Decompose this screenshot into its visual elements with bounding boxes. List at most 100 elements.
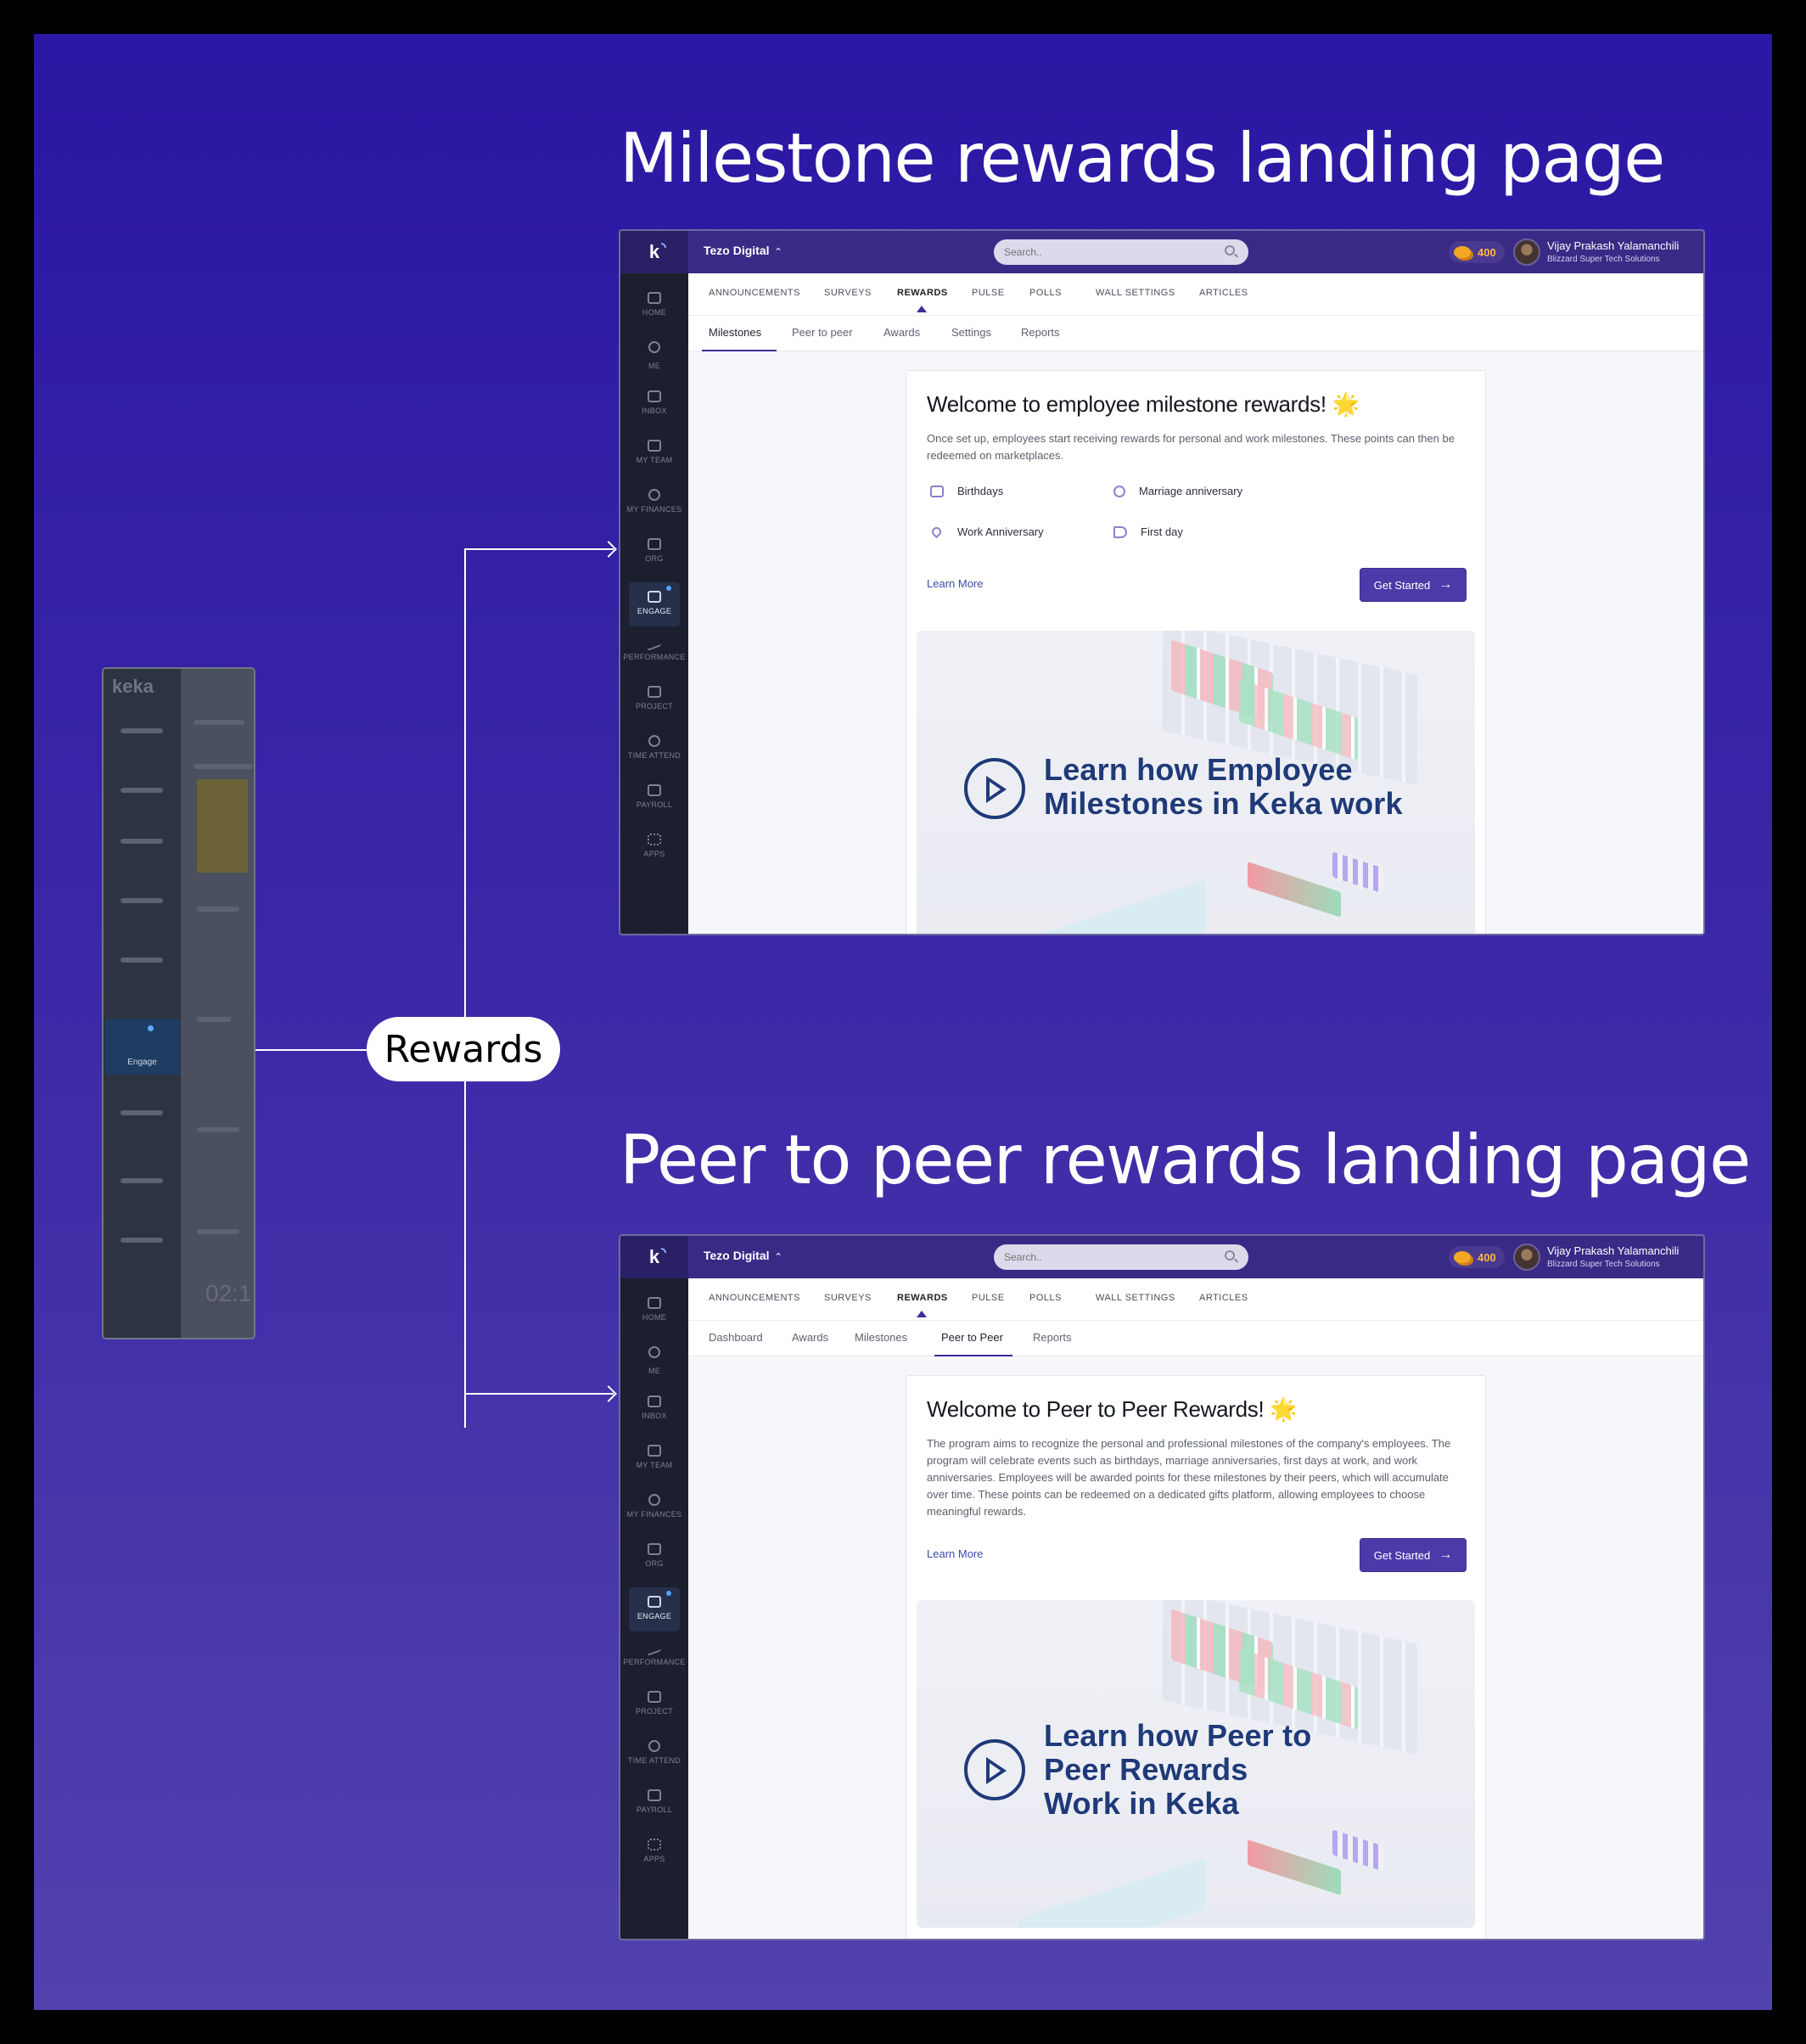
feature-first-day: First day [1113,525,1183,538]
play-icon[interactable] [964,758,1025,819]
sidebar-item-inbox[interactable]: INBOX [620,390,688,415]
org-switcher[interactable]: Tezo Digital ⌃ [704,1249,782,1262]
clipboard-icon [648,1691,661,1703]
sidebar-item-performance[interactable]: PERFORMANCE [620,634,688,661]
get-started-button[interactable]: Get Started → [1360,568,1467,602]
sidebar-label: INBOX [642,1412,667,1420]
apps-grid-icon [648,834,661,845]
tab-pulse[interactable]: PULSE [972,1293,1005,1303]
tab-announcements[interactable]: ANNOUNCEMENTS [709,1293,800,1303]
sidebar-item-payroll[interactable]: PAYROLL [620,1789,688,1814]
get-started-button[interactable]: Get Started → [1360,1538,1467,1572]
user-company: Blizzard Super Tech Solutions [1547,255,1660,264]
sidebar-item-payroll[interactable]: PAYROLL [620,784,688,809]
subtab-awards[interactable]: Awards [792,1331,828,1344]
card-title: Welcome to Peer to Peer Rewards! 🌟 [927,1396,1298,1423]
video-title: Learn how Peer to Peer Rewards Work in K… [1044,1718,1312,1821]
subtab-reports[interactable]: Reports [1033,1331,1072,1344]
video-deco [1332,851,1383,894]
subtab-dashboard[interactable]: Dashboard [709,1331,763,1344]
sidebar-item-apps[interactable]: APPS [620,1839,688,1863]
star-icon: 🌟 [1332,391,1360,417]
subtab-peer-to-peer[interactable]: Peer to Peer [941,1331,1003,1344]
coin-icon [1454,246,1471,258]
keka-logo[interactable]: k [620,231,688,273]
tab-announcements[interactable]: ANNOUNCEMENTS [709,288,800,298]
sidebar-item-home[interactable]: HOME [620,292,688,317]
inbox-icon [648,390,661,402]
notification-dot [666,586,671,591]
subtab-awards[interactable]: Awards [883,326,920,339]
sidebar-item-time-attend[interactable]: TIME ATTEND [620,735,688,760]
learn-more-link[interactable]: Learn More [927,1547,983,1560]
sidebar-item-org[interactable]: ORG [620,538,688,563]
search-icon [1225,1250,1235,1261]
sidebar-item-project[interactable]: PROJECT [620,686,688,710]
sidebar-item-apps[interactable]: APPS [620,834,688,858]
tab-articles[interactable]: ARTICLES [1199,288,1248,298]
tab-polls[interactable]: POLLS [1029,288,1062,298]
sidebar-item-my-team[interactable]: MY TEAM [620,440,688,464]
milestone-window: k Tezo Digital ⌃ 400 Vijay Prakash Yalama… [619,229,1705,935]
sidebar-item-org[interactable]: ORG [620,1543,688,1568]
rewards-pill: Rewards [367,1017,560,1081]
trend-icon [648,634,661,651]
avatar[interactable] [1513,1244,1540,1271]
app-thumbnail: keka Engage 02:1 [102,667,255,1339]
feature-label: First day [1141,525,1183,538]
avatar[interactable] [1513,239,1540,266]
sidebar-label: PAYROLL [636,800,673,809]
video-thumbnail[interactable]: Learn how Employee Milestones in Keka wo… [917,631,1475,934]
sidebar-item-project[interactable]: PROJECT [620,1691,688,1716]
coins-badge[interactable]: 400 [1449,1246,1505,1268]
card-description: Once set up, employees start receiving r… [927,432,1455,462]
video-thumbnail[interactable]: Learn how Peer to Peer Rewards Work in K… [917,1600,1475,1928]
subtab-peer-to-peer[interactable]: Peer to peer [792,326,853,339]
sidebar-item-my-finances[interactable]: MY FINANCES [620,489,688,514]
tab-articles[interactable]: ARTICLES [1199,1293,1248,1303]
sidebar-item-performance[interactable]: PERFORMANCE [620,1639,688,1666]
tab-wall-settings[interactable]: WALL SETTINGS [1096,1293,1175,1303]
subtab-milestones[interactable]: Milestones [709,326,761,339]
tab-pulse[interactable]: PULSE [972,288,1005,298]
learn-more-link[interactable]: Learn More [927,577,983,590]
tab-surveys[interactable]: SURVEYS [824,288,872,298]
org-name: Tezo Digital [704,244,770,257]
sidebar-label: INBOX [642,407,667,415]
sidebar-item-me[interactable]: ME [620,341,688,370]
subtab-settings[interactable]: Settings [951,326,991,339]
tab-rewards[interactable]: REWARDS [897,288,948,298]
sidebar-item-time-attend[interactable]: TIME ATTEND [620,1740,688,1765]
user-icon [648,1346,660,1358]
sidebar-item-engage[interactable]: ENGAGE [629,582,680,626]
home-icon [648,1297,661,1309]
sidebar-item-me[interactable]: ME [620,1346,688,1375]
subtab-reports[interactable]: Reports [1021,326,1060,339]
sidebar-label: ORG [645,554,664,563]
rupee-icon [648,489,660,501]
search-input[interactable] [994,1244,1248,1270]
sidebar-item-inbox[interactable]: INBOX [620,1395,688,1420]
sidebar-item-engage[interactable]: ENGAGE [629,1587,680,1631]
heading-milestone: Milestone rewards landing page [620,119,1665,198]
org-switcher[interactable]: Tezo Digital ⌃ [704,244,782,257]
coins-badge[interactable]: 400 [1449,241,1505,263]
tab-rewards[interactable]: REWARDS [897,1293,948,1303]
engage-icon [648,591,661,603]
tab-surveys[interactable]: SURVEYS [824,1293,872,1303]
main-content: Welcome to employee milestone rewards! 🌟… [688,351,1703,934]
user-name: Vijay Prakash Yalamanchili [1547,1244,1680,1257]
sidebar-item-my-team[interactable]: MY TEAM [620,1445,688,1469]
keka-logo[interactable]: k [620,1236,688,1278]
tab-wall-settings[interactable]: WALL SETTINGS [1096,288,1175,298]
sidebar-item-my-finances[interactable]: MY FINANCES [620,1494,688,1519]
feature-marriage-anniversary: Marriage anniversary [1113,485,1242,497]
rings-icon [1113,485,1125,497]
search-input[interactable] [994,239,1248,265]
subtab-milestones[interactable]: Milestones [855,1331,907,1344]
sub-tabs: Milestones Peer to peer Awards Settings … [688,316,1703,351]
sidebar-item-home[interactable]: HOME [620,1297,688,1322]
tab-polls[interactable]: POLLS [1029,1293,1062,1303]
chevron-updown-icon: ⌃ [774,247,782,257]
play-icon[interactable] [964,1739,1025,1800]
